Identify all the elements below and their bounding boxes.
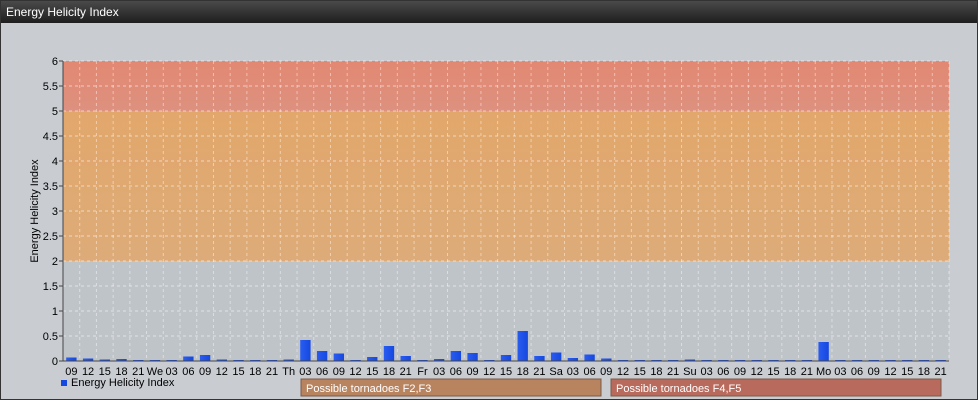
x-tick-label: 21: [935, 366, 947, 378]
x-tick-label: Mo: [816, 366, 831, 378]
x-tick-label: 21: [400, 366, 412, 378]
x-tick-label: 03: [433, 366, 445, 378]
x-tick-label: 15: [232, 366, 244, 378]
x-tick-label: 21: [266, 366, 278, 378]
x-tick-label: 09: [199, 366, 211, 378]
legend: Energy Helicity Index: [61, 377, 175, 389]
x-tick-label: 21: [533, 366, 545, 378]
x-tick-label: 12: [349, 366, 361, 378]
legend-label: Energy Helicity Index: [71, 377, 175, 389]
y-tick-label: 0: [52, 356, 58, 368]
legend-swatch: [61, 380, 67, 386]
x-tick-label: 09: [600, 366, 612, 378]
bar: [500, 355, 512, 361]
x-tick-label: Sa: [549, 366, 563, 378]
x-tick-label: 03: [567, 366, 579, 378]
y-tick-label: 1: [52, 306, 58, 318]
x-tick-label: 12: [483, 366, 495, 378]
x-tick-label: 09: [734, 366, 746, 378]
x-tick-label: 18: [784, 366, 796, 378]
bar: [367, 357, 378, 361]
x-tick-label: 18: [249, 366, 261, 378]
y-tick-label: 5: [52, 106, 58, 118]
y-tick-label: 2: [52, 256, 58, 268]
bar: [400, 356, 411, 361]
bar: [383, 346, 395, 361]
y-tick-label: 3.5: [43, 181, 58, 193]
x-tick-label: 15: [767, 366, 779, 378]
chart-widget: Energy Helicity Index 0 0.5 1 1.5 2 2.5 3 3.5 4 4…: [0, 0, 978, 400]
ehi-chart: 00.511.522.533.544.555.5609 12 15 18 21 We 03 0…: [29, 56, 950, 397]
bar: [199, 355, 211, 361]
x-tick-label: 06: [583, 366, 595, 378]
x-tick-label: 03: [700, 366, 712, 378]
x-tick-label: 06: [717, 366, 729, 378]
y-tick-label: 5.5: [43, 81, 58, 93]
x-tick-label: 18: [650, 366, 662, 378]
band-label-1: Possible tornadoes F2,F3: [306, 383, 431, 395]
x-tick-label: 06: [316, 366, 328, 378]
band-label-2: Possible tornadoes F4,F5: [616, 383, 741, 395]
x-tick-label: 06: [851, 366, 863, 378]
x-tick-label: 18: [383, 366, 395, 378]
band-labels: Possible tornadoes F2,F3 Possible tornado…: [300, 378, 942, 397]
y-axis-label: Energy Helicity Index: [29, 159, 41, 263]
x-tick-label: 12: [884, 366, 896, 378]
bar: [584, 354, 595, 361]
x-tick-label: 15: [901, 366, 913, 378]
x-tick-label: 18: [918, 366, 930, 378]
bar: [300, 340, 311, 361]
x-tick-label: 06: [450, 366, 462, 378]
x-tick-label: 09: [868, 366, 880, 378]
bar: [534, 356, 545, 361]
bar: [467, 353, 478, 361]
bar: [183, 356, 194, 361]
x-tick-label: 12: [617, 366, 629, 378]
x-tick-label: 12: [751, 366, 763, 378]
bar: [450, 351, 462, 361]
x-tick-label: Th: [282, 366, 295, 378]
bar: [818, 342, 829, 361]
y-tick-label: 3: [52, 206, 58, 218]
y-tick-label: 0.5: [43, 331, 58, 343]
x-tick-label: 18: [517, 366, 529, 378]
y-tick-label: 6: [52, 56, 58, 68]
x-tick-label: 15: [500, 366, 512, 378]
bar: [66, 357, 77, 361]
x-tick-label: 15: [366, 366, 378, 378]
x-tick-label: 12: [216, 366, 228, 378]
y-tick-label: 1.5: [43, 281, 58, 293]
x-tick-label: 21: [801, 366, 813, 378]
x-tick-label: 06: [182, 366, 194, 378]
x-tick-label: 09: [333, 366, 345, 378]
y-tick-label: 4.5: [43, 131, 58, 143]
bar: [316, 351, 328, 361]
y-tick-label: 2.5: [43, 231, 58, 243]
x-tick-label: 03: [299, 366, 311, 378]
widget-title: Energy Helicity Index: [1, 1, 977, 23]
x-tick-label: 15: [634, 366, 646, 378]
bar: [517, 331, 528, 361]
bar: [550, 352, 562, 361]
y-tick-label: 4: [52, 156, 58, 168]
x-tick-label: 21: [667, 366, 679, 378]
x-tick-label: Su: [683, 366, 696, 378]
bar: [333, 353, 345, 361]
x-tick-label: Fr: [417, 366, 428, 378]
x-tick-label: 09: [466, 366, 478, 378]
x-tick-label: 03: [834, 366, 846, 378]
